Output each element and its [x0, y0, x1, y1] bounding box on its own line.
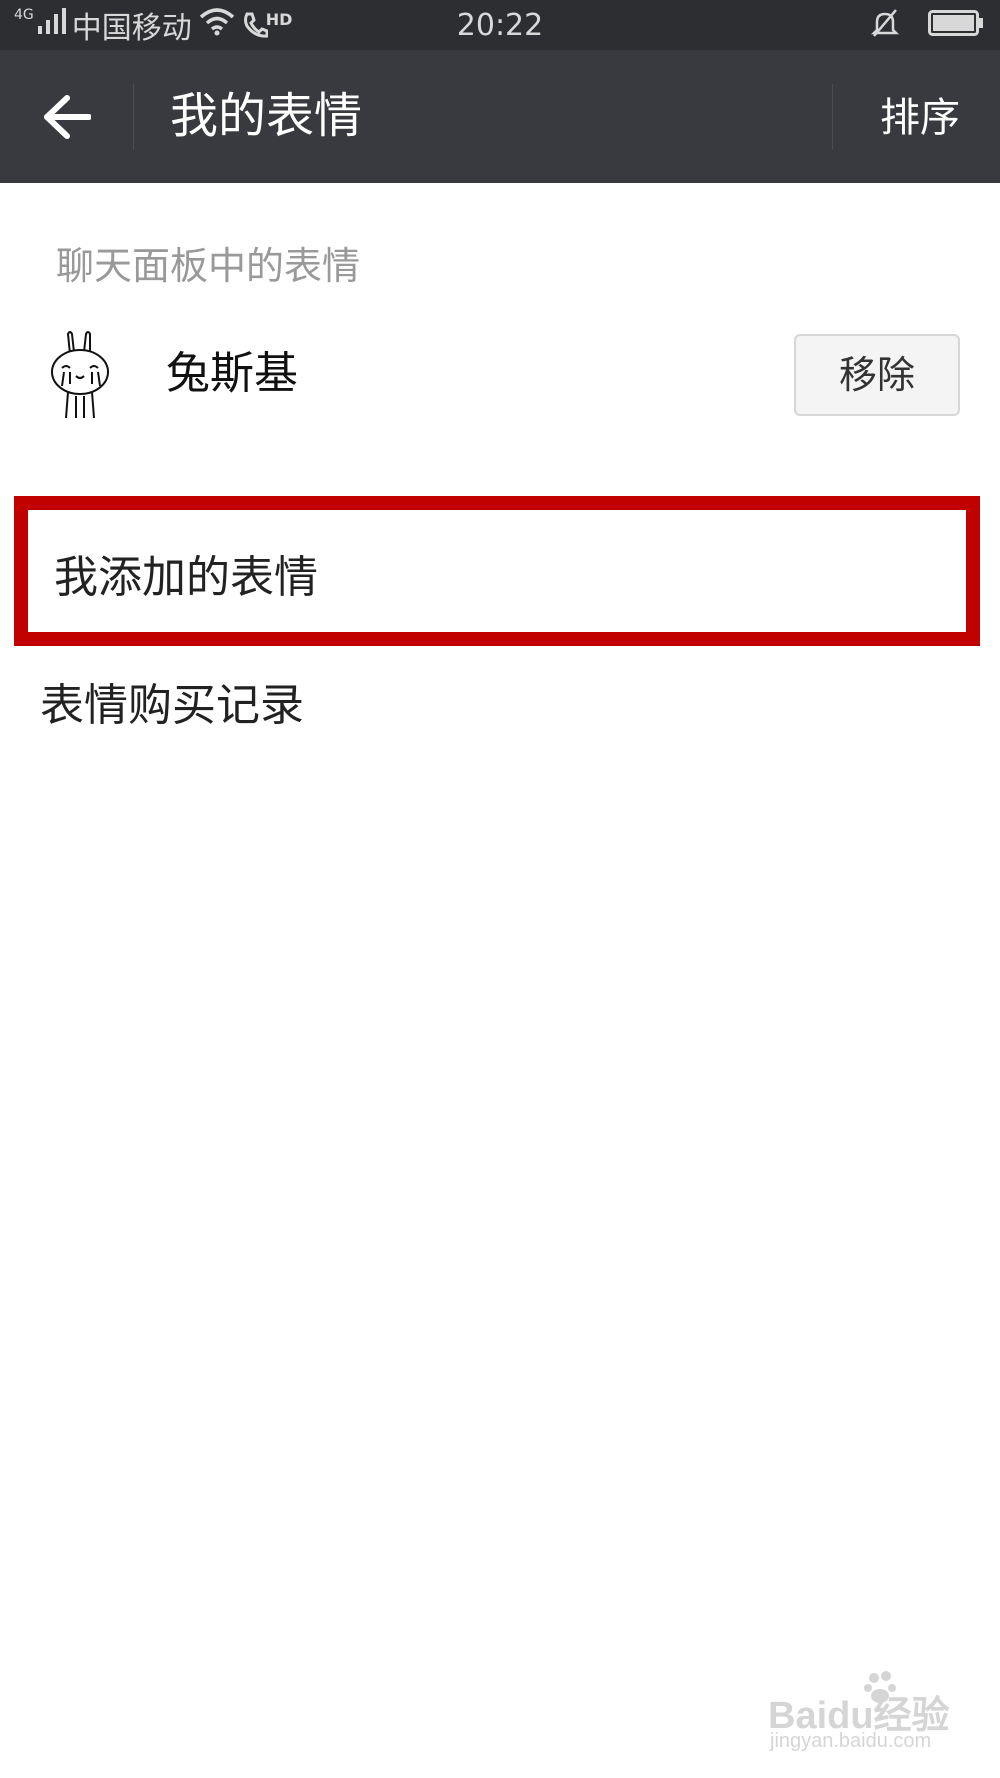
- sticker-name: 兔斯基: [166, 348, 298, 399]
- menu-item-my-added-stickers[interactable]: 我添加的表情: [14, 496, 980, 646]
- status-bar: 4G 中国移动 HD 20:22: [0, 0, 1000, 50]
- app-bar-divider-right: [832, 84, 833, 150]
- back-button[interactable]: [30, 84, 104, 150]
- rabbit-sticker-icon: [44, 330, 116, 420]
- menu-item-label: 表情购买记录: [40, 680, 304, 731]
- menu-item-label: 我添加的表情: [54, 552, 318, 603]
- app-bar: 我的表情 排序: [0, 50, 1000, 183]
- menu-item-purchase-history[interactable]: 表情购买记录: [0, 664, 1000, 764]
- remove-button[interactable]: 移除: [794, 334, 960, 416]
- watermark-url: jingyan.baidu.com: [770, 1730, 932, 1752]
- sort-button[interactable]: 排序: [860, 90, 980, 146]
- status-right: [870, 8, 984, 42]
- app-bar-divider-left: [133, 84, 134, 150]
- sticker-row: 兔斯基 移除: [0, 320, 1000, 430]
- bell-muted-icon: [870, 8, 900, 42]
- status-time: 20:22: [456, 8, 544, 43]
- battery-icon: [928, 9, 984, 41]
- baidu-watermark: Baidu经验 jingyan.baidu.com: [764, 1668, 964, 1758]
- section-header-chat-panel: 聊天面板中的表情: [56, 244, 361, 288]
- back-arrow-icon: [44, 95, 91, 139]
- page-title: 我的表情: [170, 88, 363, 144]
